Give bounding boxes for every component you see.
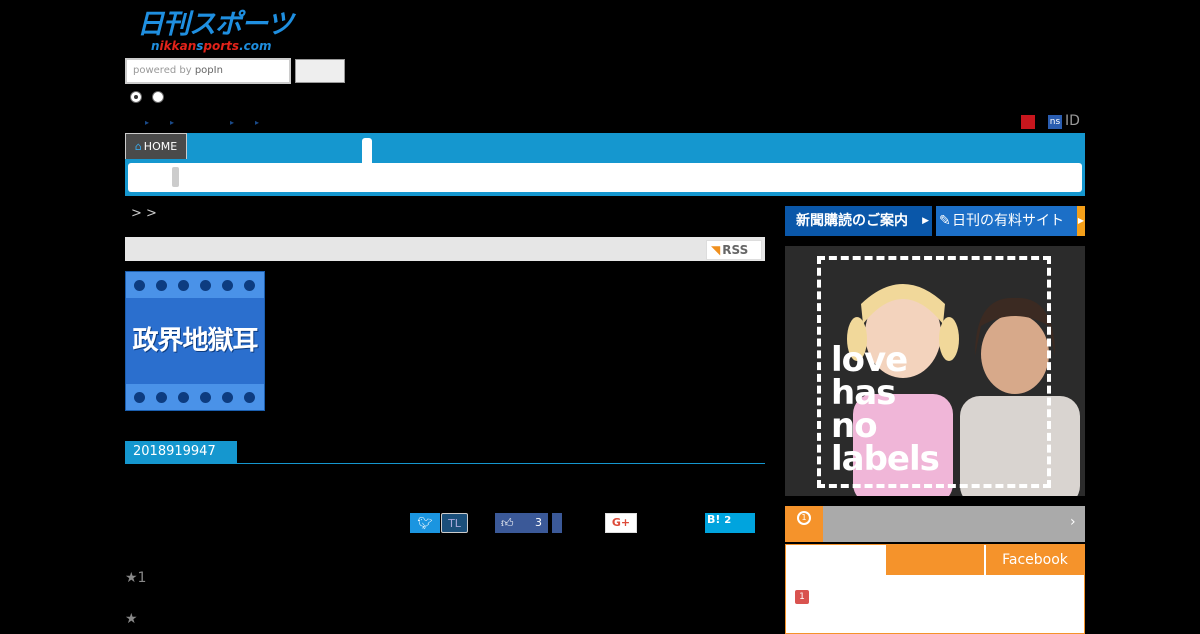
facebook-like-count: 3: [535, 516, 542, 529]
ad-headline: love has no labels: [831, 340, 940, 479]
ranking-item-number: 1: [795, 590, 809, 604]
ranking-header[interactable]: [785, 506, 1085, 542]
thumb-dot: [178, 280, 189, 291]
nav-home-tab[interactable]: ⌂ HOME: [125, 133, 187, 159]
article-date: 2018919947: [125, 441, 237, 463]
search-radio-site[interactable]: [130, 91, 142, 103]
thumb-dot: [244, 392, 255, 403]
link-bullet[interactable]: ▸: [255, 118, 259, 127]
subscription-button[interactable]: 新聞購読のご案内 ▶: [785, 206, 932, 236]
rating-star: ★: [125, 611, 138, 627]
hatena-bookmark-button[interactable]: B! 2: [705, 513, 755, 533]
logo-domain: nikkansports.com: [151, 39, 272, 53]
hatena-count: 2: [724, 515, 732, 526]
facebook-like-button[interactable]: 👍︎ 3: [495, 513, 548, 533]
twitter-icon: 🐦︎: [417, 516, 433, 530]
chevron-right-icon[interactable]: ›: [1070, 514, 1076, 530]
link-bullet[interactable]: ▸: [145, 118, 149, 127]
column-thumbnail: 政界地獄耳: [125, 271, 265, 411]
search-placeholder: powered by popIn: [133, 65, 223, 76]
link-bullet[interactable]: ▸: [170, 118, 174, 127]
search-input[interactable]: powered by popIn: [125, 58, 291, 84]
thumb-dot: [200, 280, 211, 291]
breadcrumb: > >: [131, 206, 157, 221]
site-logo[interactable]: 日刊スポーツ nikkansports.com: [137, 10, 297, 56]
thumb-dot: [156, 280, 167, 291]
award-ribbon-icon: 1: [797, 511, 811, 525]
facebook-share-button[interactable]: [552, 513, 562, 533]
thumb-dot: [134, 392, 145, 403]
sub-nav-item[interactable]: [172, 167, 179, 187]
thumb-dot: [244, 280, 255, 291]
date-divider: [125, 463, 765, 464]
hatena-icon: B!: [707, 513, 721, 526]
home-icon: ⌂: [134, 140, 142, 153]
pencil-icon: ✎: [939, 213, 951, 229]
search-button[interactable]: [295, 59, 345, 83]
thumb-dot: [178, 392, 189, 403]
arrow-right-icon: ▶: [1077, 216, 1084, 225]
google-plus-button[interactable]: G+: [605, 513, 637, 533]
rss-button[interactable]: ◥ RSS: [706, 240, 762, 260]
twitter-timeline-button[interactable]: TL: [441, 513, 468, 533]
thumb-dot: [156, 392, 167, 403]
logo-title: 日刊スポーツ: [137, 9, 293, 40]
id-link[interactable]: ID: [1065, 113, 1080, 129]
thumb-dot: [134, 280, 145, 291]
advertisement-banner[interactable]: love has no labels: [785, 246, 1085, 496]
popin-brand: popIn: [194, 65, 223, 76]
header-links: ▸ ▸ ▸ ▸: [0, 118, 600, 130]
rating-star: ★1: [125, 570, 147, 586]
thumbs-up-icon: 👍︎: [501, 516, 514, 530]
paid-site-button[interactable]: ✎ 日刊の有料サイト ▶: [936, 206, 1085, 236]
ranking-tab-facebook[interactable]: Facebook: [985, 545, 1084, 575]
ns-badge[interactable]: ns: [1048, 115, 1062, 129]
ranking-badge: 1: [785, 506, 823, 542]
thumb-caption: 政界地獄耳: [132, 326, 258, 356]
arrow-right-icon: ▶: [922, 216, 929, 226]
nav-home-label: HOME: [143, 140, 178, 153]
link-bullet[interactable]: ▸: [230, 118, 234, 127]
rss-icon: ◥: [711, 243, 721, 257]
section-title-bar: [125, 237, 765, 261]
nav-tab[interactable]: [362, 138, 372, 163]
ranking-tab[interactable]: [886, 545, 984, 575]
sub-nav: [128, 163, 1082, 192]
search-radio-web[interactable]: [152, 91, 164, 103]
red-square-icon[interactable]: [1021, 115, 1035, 129]
thumb-dot: [200, 392, 211, 403]
thumb-dot: [222, 392, 233, 403]
twitter-button[interactable]: 🐦︎: [410, 513, 440, 533]
thumb-dot: [222, 280, 233, 291]
